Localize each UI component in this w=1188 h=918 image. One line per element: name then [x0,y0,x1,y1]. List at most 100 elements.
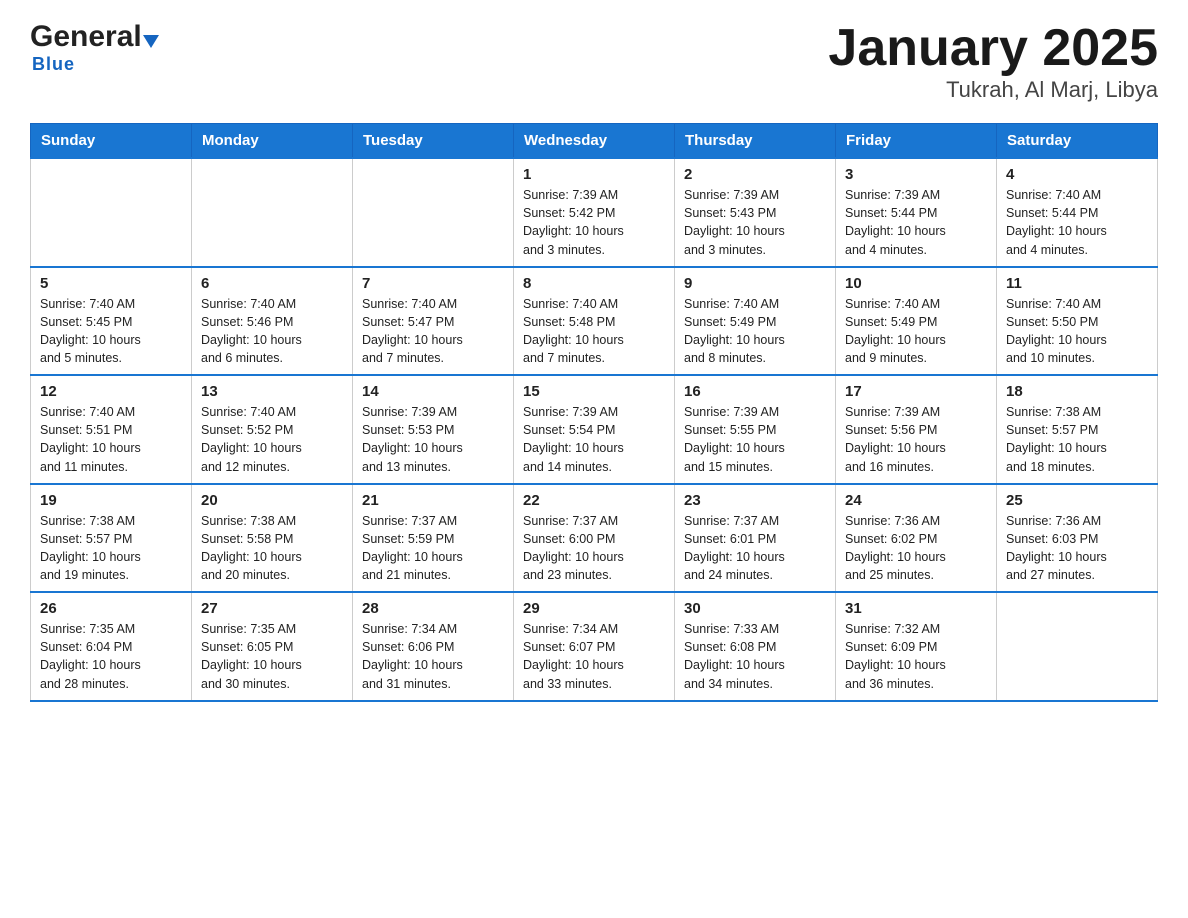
page-header: General Blue January 2025 Tukrah, Al Mar… [30,20,1158,103]
day-info: Sunrise: 7:34 AM Sunset: 6:06 PM Dayligh… [362,620,504,693]
day-info: Sunrise: 7:37 AM Sunset: 5:59 PM Dayligh… [362,512,504,585]
calendar-cell: 5 Sunrise: 7:40 AM Sunset: 5:45 PM Daylig… [31,267,192,376]
calendar-table: SundayMondayTuesdayWednesdayThursdayFrid… [30,123,1158,702]
title-block: January 2025 Tukrah, Al Marj, Libya [828,20,1158,103]
location-title: Tukrah, Al Marj, Libya [828,77,1158,103]
calendar-cell: 24Sunrise: 7:36 AM Sunset: 6:02 PM Dayli… [836,484,997,593]
day-info: Sunrise: 7:37 AM Sunset: 6:01 PM Dayligh… [684,512,826,585]
day-info: Sunrise: 7:40 AM Sunset: 5:49 PM Dayligh… [845,295,987,368]
day-header-thursday: Thursday [675,124,836,159]
calendar-cell: 14Sunrise: 7:39 AM Sunset: 5:53 PM Dayli… [353,375,514,484]
calendar-week-1: 1 Sunrise: 7:39 AM Sunset: 5:42 PM Daylig… [31,158,1158,267]
logo-arrow-icon [143,35,159,48]
calendar-cell: 27 Sunrise: 7:35 AM Sunset: 6:05 PM Dayli… [192,592,353,701]
day-number: 26 [40,600,182,617]
calendar-cell: 12Sunrise: 7:40 AM Sunset: 5:51 PM Dayli… [31,375,192,484]
day-info: Sunrise: 7:38 AM Sunset: 5:57 PM Dayligh… [40,512,182,585]
calendar-cell: 10Sunrise: 7:40 AM Sunset: 5:49 PM Dayli… [836,267,997,376]
day-number: 24 [845,492,987,509]
day-info: Sunrise: 7:40 AM Sunset: 5:49 PM Dayligh… [684,295,826,368]
logo-blue-text: Blue [32,54,75,74]
day-number: 27 [201,600,343,617]
calendar-header-row: SundayMondayTuesdayWednesdayThursdayFrid… [31,124,1158,159]
calendar-cell: 28 Sunrise: 7:34 AM Sunset: 6:06 PM Dayli… [353,592,514,701]
day-info: Sunrise: 7:40 AM Sunset: 5:47 PM Dayligh… [362,295,504,368]
day-info: Sunrise: 7:38 AM Sunset: 5:57 PM Dayligh… [1006,403,1148,476]
day-info: Sunrise: 7:40 AM Sunset: 5:45 PM Dayligh… [40,295,182,368]
day-number: 5 [40,275,182,292]
day-number: 6 [201,275,343,292]
calendar-cell: 21Sunrise: 7:37 AM Sunset: 5:59 PM Dayli… [353,484,514,593]
day-number: 15 [523,383,665,400]
calendar-cell: 25Sunrise: 7:36 AM Sunset: 6:03 PM Dayli… [997,484,1158,593]
day-info: Sunrise: 7:38 AM Sunset: 5:58 PM Dayligh… [201,512,343,585]
calendar-week-5: 26Sunrise: 7:35 AM Sunset: 6:04 PM Dayli… [31,592,1158,701]
calendar-cell: 2 Sunrise: 7:39 AM Sunset: 5:43 PM Daylig… [675,158,836,267]
calendar-cell: 18 Sunrise: 7:38 AM Sunset: 5:57 PM Dayli… [997,375,1158,484]
day-header-tuesday: Tuesday [353,124,514,159]
day-number: 4 [1006,166,1148,183]
day-info: Sunrise: 7:36 AM Sunset: 6:03 PM Dayligh… [1006,512,1148,585]
calendar-cell: 30Sunrise: 7:33 AM Sunset: 6:08 PM Dayli… [675,592,836,701]
day-info: Sunrise: 7:39 AM Sunset: 5:42 PM Dayligh… [523,186,665,259]
calendar-week-3: 12Sunrise: 7:40 AM Sunset: 5:51 PM Dayli… [31,375,1158,484]
calendar-cell: 15 Sunrise: 7:39 AM Sunset: 5:54 PM Dayli… [514,375,675,484]
day-number: 19 [40,492,182,509]
day-info: Sunrise: 7:40 AM Sunset: 5:46 PM Dayligh… [201,295,343,368]
day-info: Sunrise: 7:33 AM Sunset: 6:08 PM Dayligh… [684,620,826,693]
calendar-cell: 17 Sunrise: 7:39 AM Sunset: 5:56 PM Dayli… [836,375,997,484]
day-info: Sunrise: 7:40 AM Sunset: 5:50 PM Dayligh… [1006,295,1148,368]
day-info: Sunrise: 7:35 AM Sunset: 6:05 PM Dayligh… [201,620,343,693]
day-number: 2 [684,166,826,183]
day-number: 14 [362,383,504,400]
day-info: Sunrise: 7:39 AM Sunset: 5:54 PM Dayligh… [523,403,665,476]
day-info: Sunrise: 7:32 AM Sunset: 6:09 PM Dayligh… [845,620,987,693]
calendar-cell [353,158,514,267]
calendar-cell [192,158,353,267]
day-info: Sunrise: 7:39 AM Sunset: 5:44 PM Dayligh… [845,186,987,259]
calendar-cell: 9 Sunrise: 7:40 AM Sunset: 5:49 PM Daylig… [675,267,836,376]
calendar-cell: 31 Sunrise: 7:32 AM Sunset: 6:09 PM Dayli… [836,592,997,701]
day-number: 16 [684,383,826,400]
calendar-cell [31,158,192,267]
calendar-cell: 6 Sunrise: 7:40 AM Sunset: 5:46 PM Daylig… [192,267,353,376]
day-info: Sunrise: 7:40 AM Sunset: 5:52 PM Dayligh… [201,403,343,476]
day-info: Sunrise: 7:40 AM Sunset: 5:48 PM Dayligh… [523,295,665,368]
calendar-cell: 23 Sunrise: 7:37 AM Sunset: 6:01 PM Dayli… [675,484,836,593]
day-number: 11 [1006,275,1148,292]
calendar-cell: 29Sunrise: 7:34 AM Sunset: 6:07 PM Dayli… [514,592,675,701]
calendar-cell: 7 Sunrise: 7:40 AM Sunset: 5:47 PM Daylig… [353,267,514,376]
day-number: 17 [845,383,987,400]
day-header-monday: Monday [192,124,353,159]
day-number: 20 [201,492,343,509]
calendar-cell: 3 Sunrise: 7:39 AM Sunset: 5:44 PM Daylig… [836,158,997,267]
calendar-week-4: 19 Sunrise: 7:38 AM Sunset: 5:57 PM Dayli… [31,484,1158,593]
day-number: 23 [684,492,826,509]
logo-general-text: General [30,20,142,54]
day-number: 7 [362,275,504,292]
calendar-week-2: 5 Sunrise: 7:40 AM Sunset: 5:45 PM Daylig… [31,267,1158,376]
day-number: 3 [845,166,987,183]
day-number: 8 [523,275,665,292]
calendar-cell: 13Sunrise: 7:40 AM Sunset: 5:52 PM Dayli… [192,375,353,484]
calendar-cell: 19 Sunrise: 7:38 AM Sunset: 5:57 PM Dayli… [31,484,192,593]
calendar-cell: 20 Sunrise: 7:38 AM Sunset: 5:58 PM Dayli… [192,484,353,593]
calendar-cell [997,592,1158,701]
day-number: 18 [1006,383,1148,400]
calendar-cell: 1 Sunrise: 7:39 AM Sunset: 5:42 PM Daylig… [514,158,675,267]
day-number: 28 [362,600,504,617]
day-header-wednesday: Wednesday [514,124,675,159]
day-info: Sunrise: 7:40 AM Sunset: 5:51 PM Dayligh… [40,403,182,476]
day-info: Sunrise: 7:40 AM Sunset: 5:44 PM Dayligh… [1006,186,1148,259]
day-number: 29 [523,600,665,617]
day-info: Sunrise: 7:39 AM Sunset: 5:56 PM Dayligh… [845,403,987,476]
day-number: 9 [684,275,826,292]
day-number: 31 [845,600,987,617]
day-info: Sunrise: 7:37 AM Sunset: 6:00 PM Dayligh… [523,512,665,585]
day-number: 1 [523,166,665,183]
calendar-cell: 8 Sunrise: 7:40 AM Sunset: 5:48 PM Daylig… [514,267,675,376]
day-info: Sunrise: 7:39 AM Sunset: 5:43 PM Dayligh… [684,186,826,259]
calendar-cell: 4 Sunrise: 7:40 AM Sunset: 5:44 PM Daylig… [997,158,1158,267]
calendar-cell: 22Sunrise: 7:37 AM Sunset: 6:00 PM Dayli… [514,484,675,593]
day-info: Sunrise: 7:39 AM Sunset: 5:55 PM Dayligh… [684,403,826,476]
